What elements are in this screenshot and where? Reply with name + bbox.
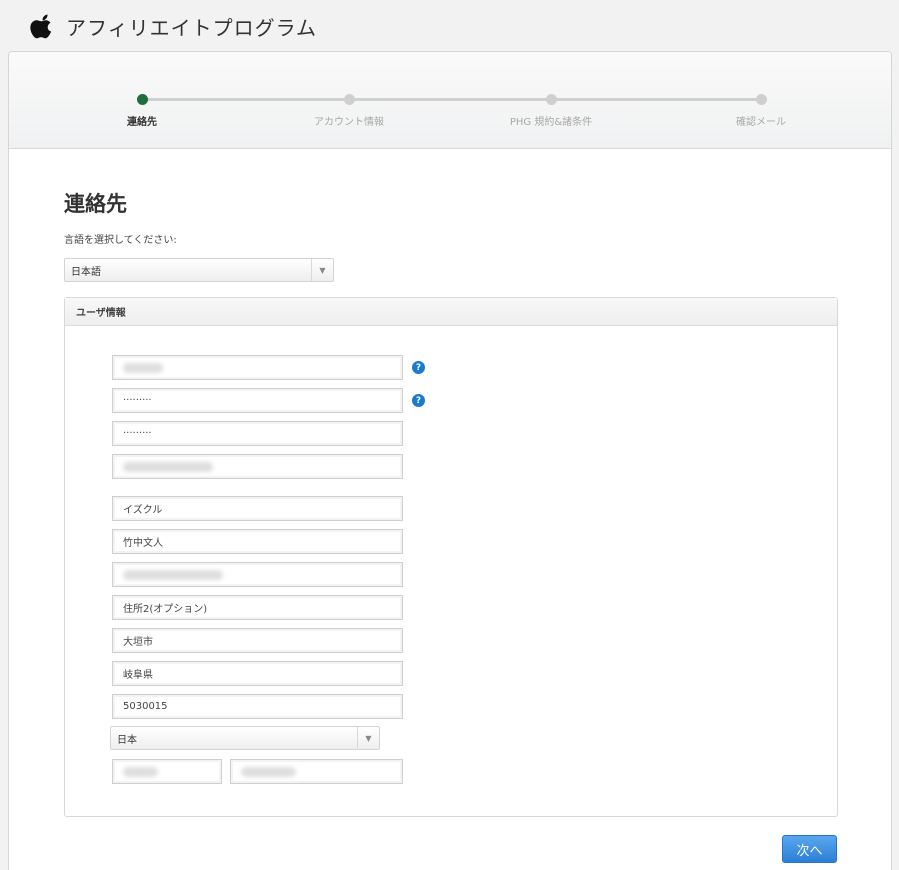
step-label: PHG 規約&諸条件 — [509, 117, 593, 128]
step-label: 連絡先 — [127, 117, 157, 128]
progress-steps: 連絡先 アカウント情報 PHG 規約&諸条件 確認メール — [9, 52, 891, 149]
progress-track — [142, 98, 762, 101]
step-label: 確認メール — [736, 117, 786, 128]
address2-field[interactable]: 住所2(オプション) — [112, 595, 403, 620]
postal-code-field[interactable]: 5030015 — [112, 694, 403, 719]
help-icon[interactable]: ? — [412, 361, 425, 374]
phone-number-field[interactable] — [230, 759, 403, 784]
redacted-value — [123, 766, 158, 777]
app-header: アフィリエイトプログラム — [30, 8, 317, 44]
step-dot — [756, 94, 767, 105]
full-name-field[interactable]: 竹中文人 — [112, 529, 403, 554]
registration-card: 連絡先 アカウント情報 PHG 規約&諸条件 確認メール 連絡先 言語を選択して… — [8, 51, 892, 870]
user-info-panel: ユーザ情報 ? ········· ? ········· イズクル 竹中文人 … — [64, 297, 838, 817]
help-icon[interactable]: ? — [412, 394, 425, 407]
country-select-value: 日本 — [117, 734, 137, 746]
last-name-field[interactable]: イズクル — [112, 496, 403, 521]
password-confirm-field[interactable]: ········· — [112, 421, 403, 446]
redacted-value — [123, 461, 213, 472]
next-button[interactable]: 次へ — [782, 835, 837, 863]
chevron-down-icon: ▼ — [357, 727, 379, 749]
step-dot — [546, 94, 557, 105]
panel-title: ユーザ情報 — [65, 298, 837, 326]
step-dot — [344, 94, 355, 105]
country-select[interactable]: 日本 ▼ — [110, 726, 380, 750]
email-field[interactable] — [112, 454, 403, 479]
city-field[interactable]: 大垣市 — [112, 628, 403, 653]
section-title: 連絡先 — [64, 192, 127, 216]
language-label: 言語を選択してください: — [64, 235, 177, 246]
step-label: アカウント情報 — [314, 117, 384, 128]
password-field[interactable]: ········· — [112, 388, 403, 413]
apple-id-field[interactable] — [112, 355, 403, 380]
chevron-down-icon: ▼ — [311, 259, 333, 281]
redacted-value — [123, 569, 223, 580]
phone-area-field[interactable] — [112, 759, 222, 784]
redacted-value — [241, 766, 296, 777]
language-select-value: 日本語 — [71, 266, 101, 278]
language-select[interactable]: 日本語 ▼ — [64, 258, 334, 282]
app-title: アフィリエイトプログラム — [66, 15, 317, 40]
address1-field[interactable] — [112, 562, 403, 587]
redacted-value — [123, 362, 163, 373]
step-dot-active — [137, 94, 148, 105]
prefecture-field[interactable]: 岐阜県 — [112, 661, 403, 686]
apple-logo-icon — [30, 14, 52, 39]
